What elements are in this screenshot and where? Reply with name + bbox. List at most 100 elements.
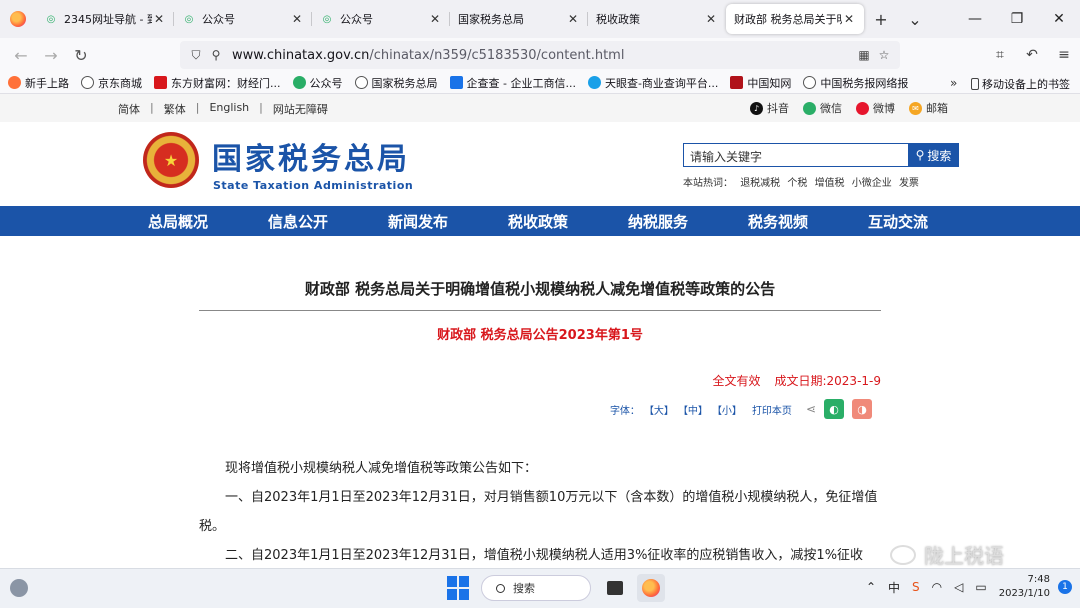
bookmark-star-icon[interactable]: ☆ (874, 48, 894, 62)
qr-code-icon[interactable]: ▦ (854, 48, 874, 62)
sogou-icon[interactable]: S (912, 580, 920, 594)
firefox-taskbar-icon[interactable] (637, 574, 665, 602)
font-small-button[interactable]: 【小】 (712, 402, 742, 417)
link-accessibility[interactable]: 网站无障碍 (273, 101, 328, 117)
hot-word[interactable]: 增值税 (815, 178, 845, 189)
link-english[interactable]: English (209, 101, 249, 117)
bookmark-label: 企查查 - 企业工商信... (466, 76, 576, 90)
document-number: 财政部 税务总局公告2023年第1号 (437, 328, 643, 343)
font-medium-button[interactable]: 【中】 (678, 402, 708, 417)
nav-interaction[interactable]: 互动交流 (838, 206, 958, 236)
battery-icon[interactable]: ▭ (975, 580, 986, 594)
app-menu-icon[interactable]: ≡ (1048, 47, 1080, 63)
bookmark-item[interactable]: 东方财富网：财经门... (154, 75, 281, 91)
print-button[interactable]: 打印本页 (752, 402, 792, 417)
bookmark-item[interactable]: 新手上路 (8, 75, 69, 91)
main-navigation: 总局概况 信息公开 新闻发布 税收政策 纳税服务 税务视频 互动交流 (0, 206, 1080, 236)
title-divider (199, 310, 881, 311)
reload-icon[interactable]: ↻ (66, 40, 96, 70)
clock-date: 2023/1/10 (998, 588, 1050, 599)
close-tab-icon[interactable]: ✕ (704, 12, 718, 26)
mobile-bookmarks[interactable]: 移动设备上的书签 (971, 76, 1070, 92)
social-wechat[interactable]: 微信 (803, 100, 842, 116)
nav-info-disclosure[interactable]: 信息公开 (238, 206, 358, 236)
notification-badge[interactable]: 1 (1058, 580, 1072, 594)
bookmark-item[interactable]: 天眼查-商业查询平台... (587, 75, 718, 91)
bookmark-item[interactable]: 京东商城 (81, 75, 142, 91)
social-douyin[interactable]: ♪ 抖音 (750, 100, 789, 116)
clock[interactable]: 7:48 2023/1/10 (999, 573, 1050, 601)
site-logo-chinese[interactable]: 国家税务总局 (212, 134, 410, 178)
firefox-menu-icon[interactable] (0, 0, 36, 38)
tab-gongzhonghao-2[interactable]: ◎ 公众号 ✕ (312, 4, 450, 34)
bookmark-item[interactable]: 国家税务总局 (354, 75, 438, 91)
system-tray: ⌃ 中 S ◠ ◁ ▭ 7:48 2023/1/10 1 (866, 573, 1072, 601)
nav-tax-policy[interactable]: 税收政策 (478, 206, 598, 236)
article-tools: 字体： 【大】 【中】 【小】 打印本页 ⋖ ◐ ◑ (610, 399, 872, 419)
bookmark-item[interactable]: 企查查 - 企业工商信... (449, 75, 576, 91)
chevron-up-icon[interactable]: ⌃ (866, 580, 876, 594)
file-explorer-icon[interactable] (601, 574, 629, 602)
hot-word[interactable]: 个税 (787, 178, 807, 189)
close-tab-icon[interactable]: ✕ (842, 12, 856, 26)
article-title: 财政部 税务总局关于明确增值税小规模纳税人减免增值税等政策的公告 (304, 280, 776, 298)
divider: | (150, 101, 154, 114)
list-tabs-chevron-icon[interactable]: ⌄ (898, 4, 932, 34)
share-wechat-icon[interactable]: ◐ (824, 399, 844, 419)
nav-overview[interactable]: 总局概况 (118, 206, 238, 236)
site-search-input[interactable]: 请输入关键字 (683, 143, 909, 167)
bookmark-label: 京东商城 (98, 76, 142, 90)
site-logo-english[interactable]: State Taxation Administration (213, 179, 413, 192)
bookmark-label: 国家税务总局 (371, 76, 438, 90)
site-search-button[interactable]: ⚲ 搜索 (908, 143, 959, 167)
undo-icon[interactable]: ↶ (1016, 47, 1048, 63)
bookmark-item[interactable]: 中国知网 (730, 75, 791, 91)
minimize-icon[interactable]: — (954, 0, 996, 38)
taskbar-search[interactable]: 搜索 (481, 575, 591, 601)
article-body: 现将增值税小规模纳税人减免增值税等政策公告如下： 一、自2023年1月1日至20… (199, 454, 889, 568)
link-traditional[interactable]: 繁体 (164, 101, 186, 117)
font-large-button[interactable]: 【大】 (644, 402, 674, 417)
volume-icon[interactable]: ◁ (954, 580, 963, 594)
tab-tax-policy[interactable]: 税收政策 ✕ (588, 4, 726, 34)
hot-word[interactable]: 小微企业 (852, 178, 892, 189)
nav-news[interactable]: 新闻发布 (358, 206, 478, 236)
tab-active-announcement[interactable]: 财政部 税务总局关于明确 ✕ (726, 4, 864, 34)
extension-icon[interactable]: ⌗ (984, 47, 1016, 63)
input-method-icon[interactable]: 中 (888, 579, 900, 596)
tab-gongzhonghao-1[interactable]: ◎ 公众号 ✕ (174, 4, 312, 34)
bookmark-item[interactable]: 中国税务报网络报 (803, 75, 908, 91)
nav-tax-video[interactable]: 税务视频 (718, 206, 838, 236)
social-weibo[interactable]: 微博 (856, 100, 895, 116)
close-tab-icon[interactable]: ✕ (152, 12, 166, 26)
national-emblem-icon: ★ (143, 132, 199, 188)
more-bookmarks-chevron-icon[interactable]: » (950, 76, 957, 90)
address-bar[interactable]: ⛉ ⚲ www.chinatax.gov.cn/chinatax/n359/c5… (180, 41, 900, 69)
restore-icon[interactable]: ❐ (996, 0, 1038, 38)
close-tab-icon[interactable]: ✕ (428, 12, 442, 26)
watermark: 陇上税语 (890, 540, 1004, 568)
close-tab-icon[interactable]: ✕ (290, 12, 304, 26)
tab-2345[interactable]: ◎ 2345网址导航 - 致力 ✕ (36, 4, 174, 34)
windows-start-icon[interactable] (447, 576, 471, 600)
bookmark-item[interactable]: 公众号 (292, 75, 343, 91)
share-weibo-icon[interactable]: ◑ (852, 399, 872, 419)
back-arrow-icon[interactable]: ← (6, 40, 36, 70)
url-text[interactable]: www.chinatax.gov.cn/chinatax/n359/c51835… (226, 48, 854, 63)
wifi-icon[interactable]: ◠ (932, 580, 942, 594)
hot-word[interactable]: 发票 (899, 178, 919, 189)
new-tab-button[interactable]: + (864, 4, 898, 34)
hot-word[interactable]: 退税减税 (740, 178, 780, 189)
weather-icon[interactable] (10, 579, 28, 597)
nav-taxpayer-service[interactable]: 纳税服务 (598, 206, 718, 236)
forward-arrow-icon[interactable]: → (36, 40, 66, 70)
social-mail[interactable]: ✉ 邮箱 (909, 100, 948, 116)
link-simplified[interactable]: 简体 (118, 101, 140, 117)
close-tab-icon[interactable]: ✕ (566, 12, 580, 26)
site-info-icon[interactable]: ⚲ (206, 48, 226, 62)
bookmark-favicon-icon (587, 76, 601, 89)
close-window-icon[interactable]: ✕ (1038, 0, 1080, 38)
share-icon[interactable]: ⋖ (806, 402, 816, 416)
tab-chinatax[interactable]: 国家税务总局 ✕ (450, 4, 588, 34)
shield-icon[interactable]: ⛉ (186, 48, 206, 63)
